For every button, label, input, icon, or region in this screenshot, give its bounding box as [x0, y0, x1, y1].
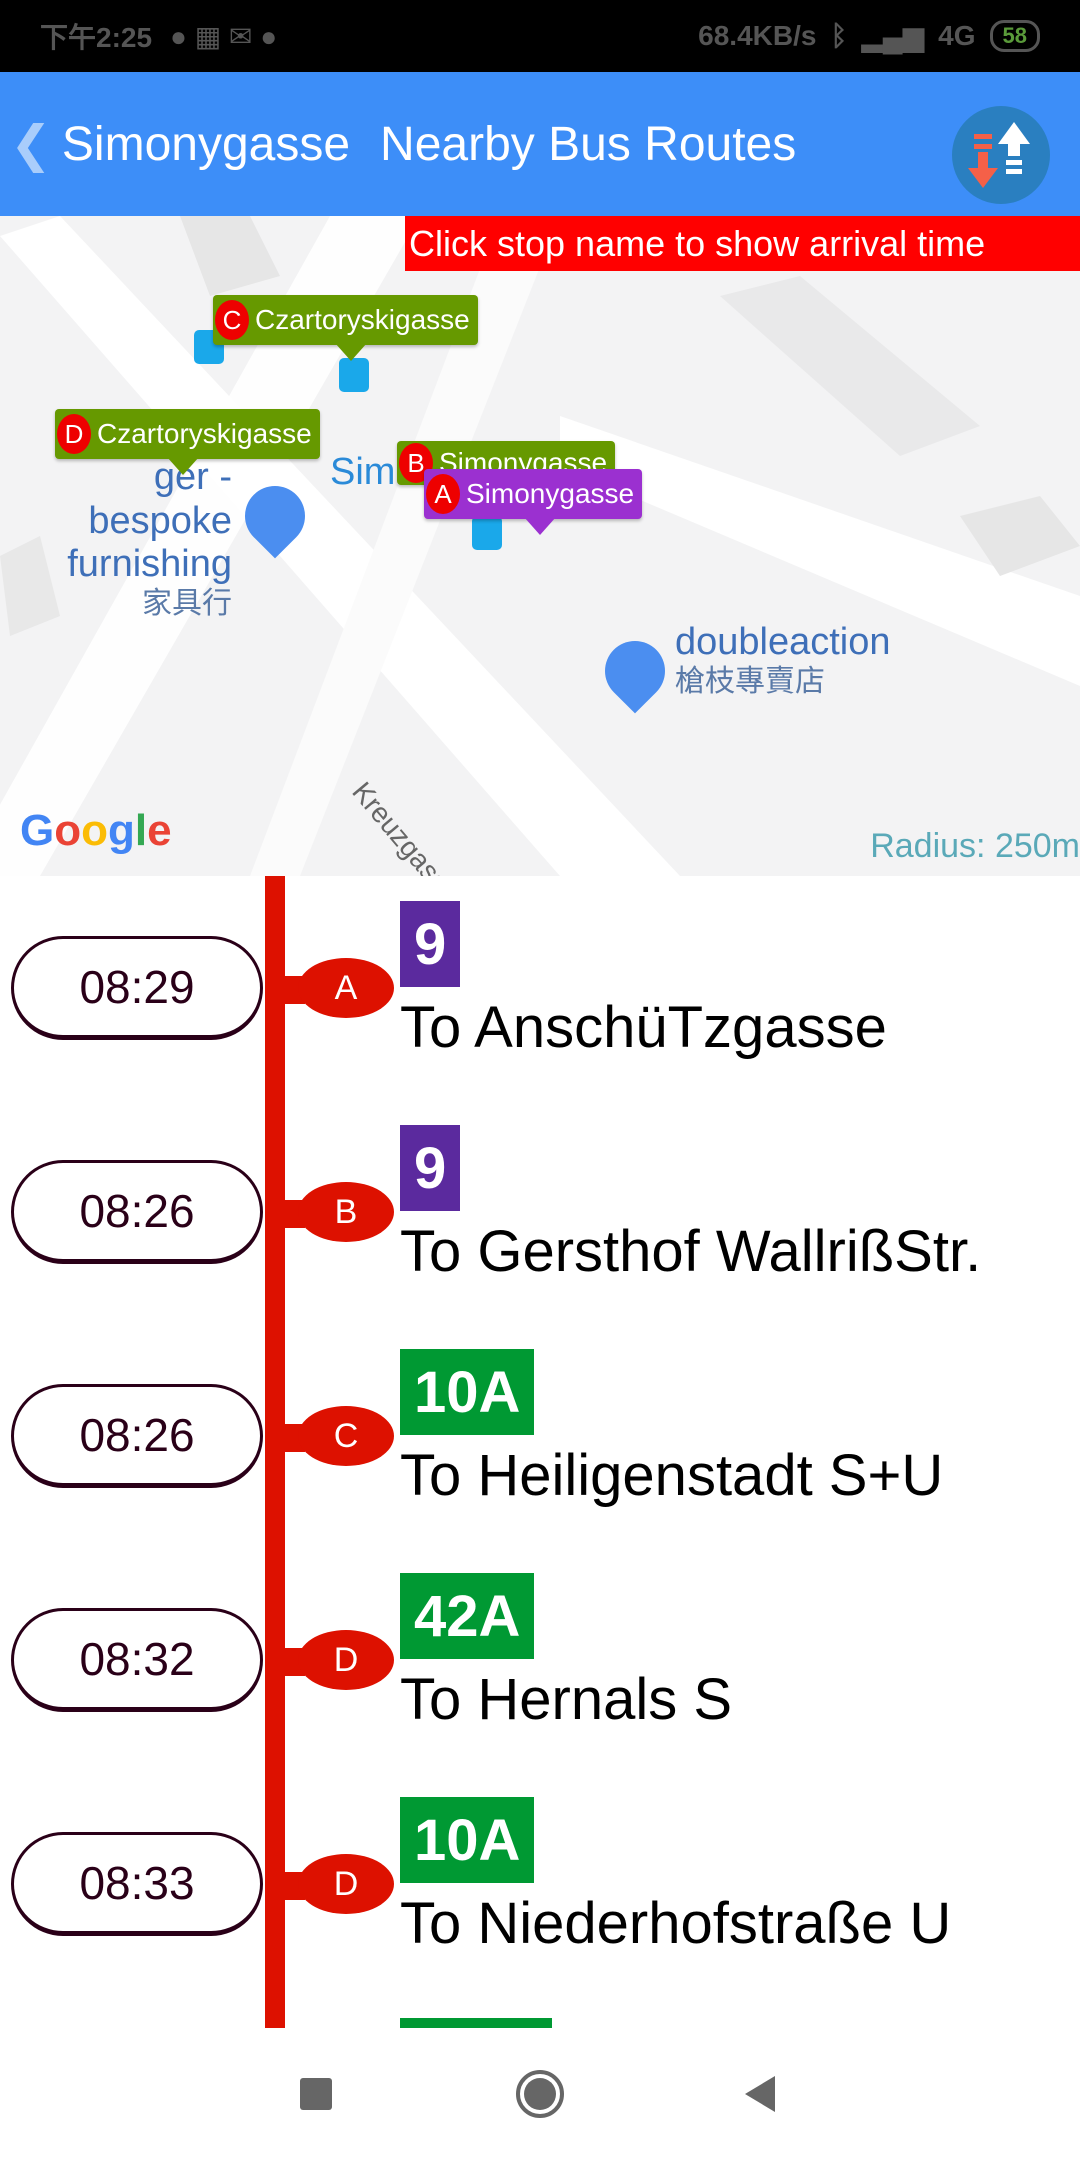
page-title: Nearby Bus Routes [380, 117, 797, 171]
battery-icon: 58 [989, 20, 1040, 52]
notification-icon: ● ▦ ✉ ● [170, 20, 278, 52]
arrival-list[interactable]: 08:29 A 9 To AnschüTzgasse 08:26 B 9 To … [0, 876, 1080, 2028]
arrival-row[interactable]: 08:26 B 9 To Gersthof WallrißStr. [0, 1100, 1080, 1324]
poi-doubleaction[interactable]: doubleaction 槍枝專賣店 [675, 621, 891, 699]
partial-label: Sim [330, 451, 396, 493]
stop-letter: D [298, 1630, 394, 1690]
status-bar: 下午2:25 ● ▦ ✉ ● 68.4KB/s ᛒ ▂▄▆ 4G 58 [0, 0, 1080, 72]
stop-marker-a[interactable]: A Simonygasse [424, 469, 643, 535]
network-speed: 68.4KB/s [698, 20, 817, 51]
poi-sub: 槍枝專賣店 [675, 664, 825, 698]
destination: To Heiligenstadt S+U [400, 1443, 944, 1508]
route-badge: 10A [400, 1349, 535, 1435]
destination: To Niederhofstraße U [400, 1891, 952, 1956]
bluetooth-icon: ᛒ [830, 20, 848, 51]
stop-letter: C [298, 1406, 394, 1466]
poi-name: ger - bespoke furnishing [67, 456, 232, 586]
poi-sub: 家具行 [142, 587, 232, 621]
destination: To AnschüTzgasse [400, 995, 887, 1060]
stop-marker-d[interactable]: D Czartoryskigasse [55, 409, 320, 475]
chevron-left-icon[interactable]: ❮ [10, 115, 52, 173]
clock: 下午2:25 [40, 22, 153, 53]
poi-furnishing[interactable]: ger - bespoke furnishing 家具行 [0, 456, 232, 622]
arrival-time: 08:29 [11, 936, 263, 1040]
arrival-time: 08:33 [11, 1832, 263, 1936]
marker-name: Czartoryskigasse [97, 418, 312, 449]
back-icon[interactable] [745, 2076, 775, 2112]
map-view[interactable]: Click stop name to show arrival time ger… [0, 216, 1080, 876]
radius-label: Radius: 250m [870, 827, 1080, 865]
marker-letter: C [215, 300, 249, 340]
stop-letter: A [298, 958, 394, 1018]
arrival-row[interactable]: 08:29 A 9 To AnschüTzgasse [0, 876, 1080, 1100]
app-header: ❮ Simonygasse Nearby Bus Routes [0, 72, 1080, 216]
poi-name: doubleaction [675, 621, 891, 663]
hint-banner: Click stop name to show arrival time [405, 216, 1080, 271]
stop-name-title[interactable]: Simonygasse [62, 117, 350, 172]
network-type: 4G [938, 20, 976, 51]
system-nav-bar [0, 2028, 1080, 2160]
arrival-time: 08:26 [11, 1384, 263, 1488]
destination: To Gersthof WallrißStr. [400, 1219, 982, 1284]
arrival-row[interactable]: 08:26 C 10A To Heiligenstadt S+U [0, 1324, 1080, 1548]
arrival-row[interactable]: 08:33 D 10A To Niederhofstraße U [0, 1772, 1080, 1996]
marker-name: Simonygasse [466, 478, 635, 509]
stop-marker-c[interactable]: C Czartoryskigasse [213, 295, 478, 361]
arrival-row[interactable]: 08:32 D 42A To Hernals S [0, 1548, 1080, 1772]
stop-letter: D [298, 1854, 394, 1914]
route-badge: 9 [400, 1125, 461, 1211]
destination: To Hernals S [400, 1667, 733, 1732]
signal-icon: ▂▄▆ [861, 20, 925, 52]
arrival-time: 08:26 [11, 1160, 263, 1264]
route-badge: 42A [400, 1573, 535, 1659]
route-badge-partial [400, 2018, 552, 2028]
marker-name: Czartoryskigasse [255, 304, 470, 335]
home-icon[interactable] [516, 2070, 564, 2118]
stop-letter: B [298, 1182, 394, 1242]
marker-letter: D [57, 414, 91, 454]
sort-arrows-icon [968, 122, 1030, 188]
google-logo: Google [20, 806, 172, 855]
recents-icon[interactable] [300, 2078, 332, 2110]
tram-stop-icon[interactable] [472, 516, 502, 550]
sort-button[interactable] [952, 106, 1050, 204]
arrival-time: 08:32 [11, 1608, 263, 1712]
bus-stop-icon[interactable] [339, 358, 369, 392]
route-badge: 9 [400, 901, 461, 987]
marker-letter: A [426, 474, 460, 514]
route-badge: 10A [400, 1797, 535, 1883]
